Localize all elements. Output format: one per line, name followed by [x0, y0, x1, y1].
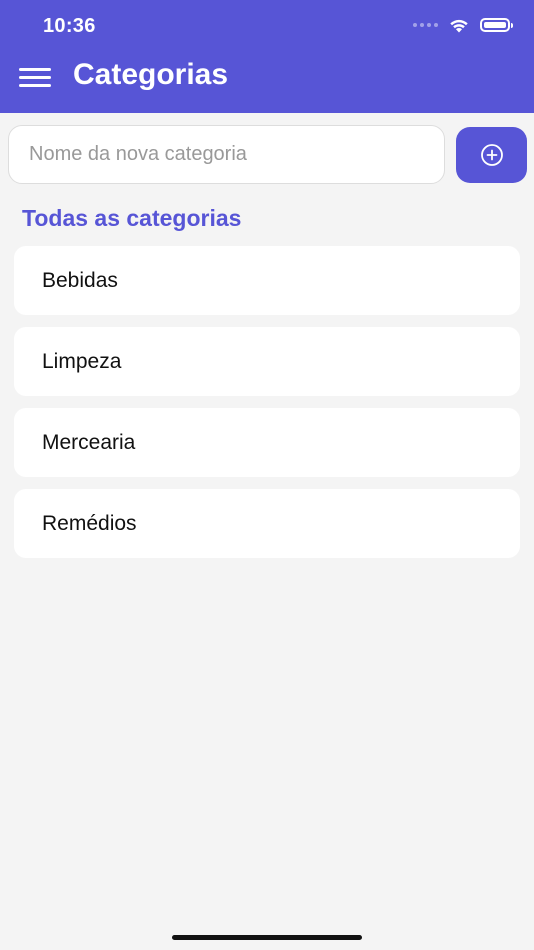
status-indicators: [413, 17, 513, 33]
add-category-button[interactable]: [456, 127, 527, 183]
category-label: Limpeza: [42, 349, 122, 373]
app-header: 10:36 Categorias: [0, 0, 534, 113]
category-label: Bebidas: [42, 268, 118, 292]
home-indicator[interactable]: [172, 935, 362, 940]
category-list: Bebidas Limpeza Mercearia Remédios: [14, 246, 520, 570]
battery-icon: [480, 18, 513, 32]
page-title: Categorias: [73, 58, 229, 91]
cellular-signal-icon: [413, 23, 438, 27]
new-category-input[interactable]: [8, 125, 445, 184]
status-time: 10:36: [43, 15, 96, 37]
menu-icon[interactable]: [19, 66, 51, 88]
plus-circle-icon: [480, 144, 503, 166]
category-item-limpeza[interactable]: Limpeza: [14, 327, 520, 396]
category-label: Remédios: [42, 511, 137, 535]
category-item-mercearia[interactable]: Mercearia: [14, 408, 520, 477]
category-label: Mercearia: [42, 430, 136, 454]
category-item-bebidas[interactable]: Bebidas: [14, 246, 520, 315]
wifi-icon: [450, 19, 468, 33]
category-item-remedios[interactable]: Remédios: [14, 489, 520, 558]
section-title: Todas as categorias: [22, 205, 242, 231]
